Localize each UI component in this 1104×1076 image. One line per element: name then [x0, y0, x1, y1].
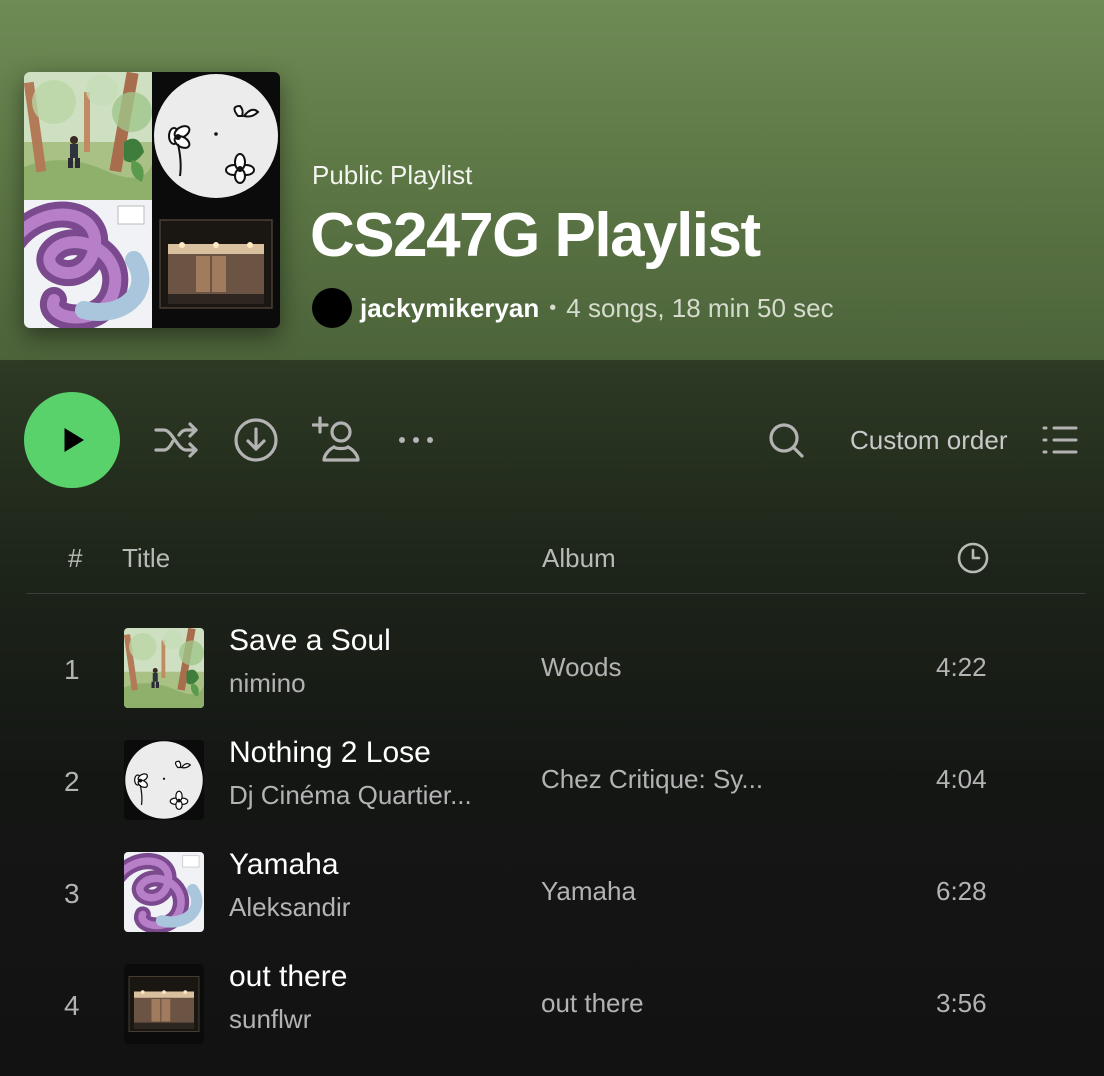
- track-row[interactable]: 4 out there sunflwr out there 3:56: [0, 960, 1104, 1076]
- cover-art-flowers: [152, 72, 280, 200]
- add-collaborator-button[interactable]: [312, 416, 360, 464]
- track-title[interactable]: out there: [229, 960, 347, 994]
- shuffle-icon: [154, 422, 198, 458]
- track-thumbnail: [124, 628, 204, 708]
- track-artist[interactable]: Aleksandir: [229, 892, 350, 923]
- list-icon: [1042, 426, 1078, 454]
- track-number: 1: [64, 654, 80, 685]
- track-thumbnail: [124, 964, 204, 1044]
- track-duration: 3:56: [936, 988, 987, 1018]
- playlist-stats: 4 songs, 18 min 50 sec: [566, 292, 834, 323]
- track-row[interactable]: 3 Yamaha Aleksandir Yamaha 6:28: [0, 848, 1104, 964]
- more-options-button[interactable]: [392, 416, 440, 464]
- track-thumbnail: [124, 740, 204, 820]
- action-bar: Custom order: [0, 392, 1104, 488]
- track-row[interactable]: 2 Nothing 2 Lose Dj Cinéma Quartier... C…: [0, 736, 1104, 852]
- playlist-owner-row: jackymikeryan • 4 songs, 18 min 50 sec: [312, 288, 834, 328]
- tracklist-header: # Title Album: [26, 535, 1086, 594]
- cover-art-swirl: [24, 200, 152, 328]
- sort-order-button[interactable]: Custom order: [850, 425, 1008, 456]
- search-button[interactable]: [762, 416, 810, 464]
- track-title[interactable]: Save a Soul: [229, 624, 391, 658]
- track-duration: 6:28: [936, 876, 987, 906]
- column-album[interactable]: Album: [542, 543, 616, 574]
- track-artist[interactable]: nimino: [229, 668, 306, 699]
- more-icon: [399, 437, 433, 443]
- avatar[interactable]: [312, 288, 352, 328]
- clock-icon[interactable]: [956, 541, 990, 575]
- track-album[interactable]: Woods: [541, 652, 621, 683]
- track-number: 2: [64, 766, 80, 797]
- view-list-button[interactable]: [1036, 416, 1084, 464]
- track-album[interactable]: out there: [541, 988, 644, 1019]
- page-title[interactable]: CS247G Playlist: [310, 200, 761, 271]
- track-title[interactable]: Nothing 2 Lose: [229, 736, 431, 770]
- playlist-cover[interactable]: [24, 72, 280, 328]
- column-title[interactable]: Title: [122, 543, 170, 574]
- track-artist[interactable]: sunflwr: [229, 1004, 311, 1035]
- track-duration: 4:22: [936, 652, 987, 682]
- download-button[interactable]: [232, 416, 280, 464]
- column-number: #: [68, 543, 83, 573]
- track-number: 3: [64, 878, 80, 909]
- separator-dot: •: [549, 296, 557, 319]
- track-number: 4: [64, 990, 80, 1021]
- track-album[interactable]: Chez Critique: Sy...: [541, 764, 763, 795]
- add-user-icon: [312, 416, 360, 462]
- track-thumbnail: [124, 852, 204, 932]
- download-icon: [234, 418, 278, 462]
- search-icon: [769, 423, 804, 458]
- owner-link[interactable]: jackymikeryan: [360, 293, 539, 324]
- play-icon: [64, 428, 84, 452]
- track-title[interactable]: Yamaha: [229, 848, 339, 882]
- play-button[interactable]: [24, 392, 120, 488]
- track-row[interactable]: 1 Save a Soul nimino Woods 4:22: [0, 624, 1104, 740]
- cover-art-woods: [24, 72, 152, 200]
- track-album[interactable]: Yamaha: [541, 876, 636, 907]
- cover-art-out-there: [152, 200, 280, 328]
- track-duration: 4:04: [936, 764, 987, 794]
- playlist-type-label: Public Playlist: [312, 160, 473, 190]
- track-artist[interactable]: Dj Cinéma Quartier...: [229, 780, 472, 811]
- shuffle-button[interactable]: [152, 416, 200, 464]
